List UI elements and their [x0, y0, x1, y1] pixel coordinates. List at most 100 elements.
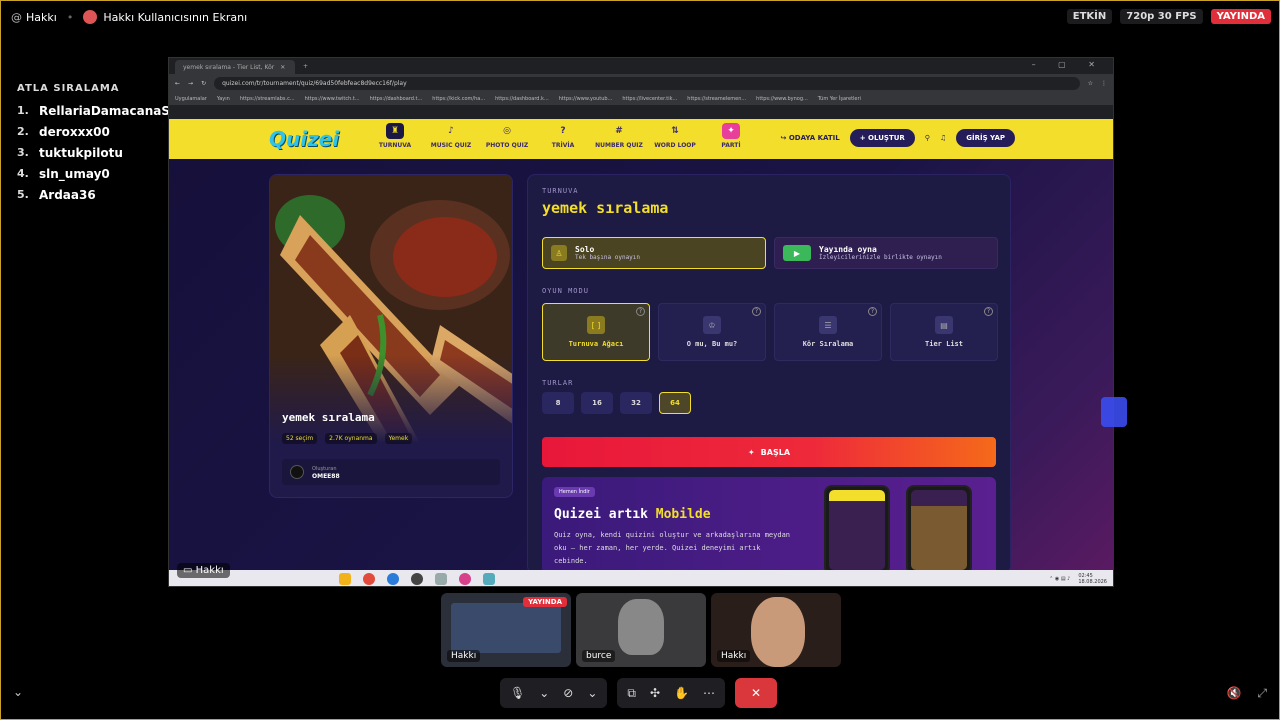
leaderboard-rank: 4.: [17, 167, 29, 180]
quiz-card-tags: 52 seçim 2.7K oynanma Yemek: [282, 433, 413, 444]
question-icon: ?: [560, 126, 566, 136]
camera-off-icon[interactable]: ⊘: [563, 686, 573, 700]
app-icon[interactable]: [459, 573, 471, 585]
tournament-panel: TURNUVA yemek sıralama ♙ Solo Tek başına…: [527, 174, 1011, 570]
soundboard-icon[interactable]: ✋: [674, 686, 689, 700]
round-option-16[interactable]: 16: [581, 392, 613, 414]
tournament-title: yemek sıralama: [542, 199, 669, 217]
chevron-down-icon[interactable]: ⌄: [539, 686, 549, 700]
mode-bracket[interactable]: ? [ ] Turnuva Ağacı: [542, 303, 650, 361]
star-icon[interactable]: ☆: [1088, 80, 1093, 87]
bookmark-item[interactable]: https://www.twitch.t...: [305, 96, 360, 102]
download-badge[interactable]: Hemen İndir: [554, 487, 595, 497]
back-icon[interactable]: ←: [175, 80, 180, 87]
mode-label: Turnuva Ağacı: [568, 340, 624, 348]
bookmark-item[interactable]: https://streamlabs.c...: [240, 96, 295, 102]
bookmark-item[interactable]: https://dashboard.t...: [370, 96, 423, 102]
stream-header: @ Hakkı • Hakkı Kullanıcısının Ekranı ET…: [1, 1, 1280, 33]
creator-box[interactable]: Oluşturan OMEE88: [282, 459, 500, 485]
mode-label: Kör Sıralama: [802, 340, 854, 348]
more-icon[interactable]: ⋯: [703, 686, 715, 700]
nav-item-tri̇vi̇a[interactable]: ? TRİVİA: [539, 123, 587, 149]
url-field[interactable]: quizei.com/tr/tournament/quiz/69ad50febf…: [214, 76, 1080, 90]
round-option-64[interactable]: 64: [659, 392, 691, 414]
chrome-icon[interactable]: [363, 573, 375, 585]
monitor-icon: ▭: [183, 565, 193, 576]
tournament-label: TURNUVA: [542, 187, 579, 195]
obs-icon[interactable]: [411, 573, 423, 585]
start-button[interactable]: ✦ BAŞLA: [542, 437, 996, 467]
promo-title: Quizei artık Mobilde: [554, 507, 711, 522]
participant-tile[interactable]: Hakkı: [711, 593, 841, 667]
participant-tile[interactable]: burce: [576, 593, 706, 667]
app-icon[interactable]: [435, 573, 447, 585]
window-controls[interactable]: – ▢ ✕: [1032, 60, 1105, 69]
bookmark-item[interactable]: https://kick.com/ha...: [432, 96, 485, 102]
bookmark-item[interactable]: Uygulamalar: [175, 96, 207, 102]
browser-tab[interactable]: yemek sıralama - Tier List, Kör ✕: [175, 60, 295, 74]
bookmark-item[interactable]: Yayın: [217, 96, 230, 102]
edge-icon[interactable]: [387, 573, 399, 585]
new-tab-icon[interactable]: +: [303, 63, 308, 70]
site-logo[interactable]: Quizei: [269, 127, 339, 151]
help-icon[interactable]: ?: [752, 307, 761, 316]
participant-tile[interactable]: YAYINDA Hakkı: [441, 593, 571, 667]
nav-item-turnuva[interactable]: ♜ TURNUVA: [371, 123, 419, 149]
extensions-icon[interactable]: ⋮: [1101, 80, 1107, 87]
bookmark-item[interactable]: https://streamelemen...: [687, 96, 746, 102]
nav-item-word-loop[interactable]: ⇅ WORD LOOP: [651, 123, 699, 149]
camera-icon: ◎: [503, 126, 511, 136]
create-button[interactable]: + OLUŞTUR: [849, 129, 915, 147]
close-tab-icon[interactable]: ✕: [280, 64, 285, 71]
bookmark-item[interactable]: https://www.bynog...: [756, 96, 808, 102]
volume-mute-icon[interactable]: 🔇: [1226, 686, 1241, 701]
app-icon[interactable]: [483, 573, 495, 585]
participant-name: burce: [582, 650, 616, 662]
media-controls: 🎙 ⌄ ⊘ ⌄: [500, 678, 608, 708]
search-icon[interactable]: ⚲: [925, 134, 930, 142]
bookmark-item[interactable]: https://dashboard.k...: [495, 96, 549, 102]
bell-icon[interactable]: ♫: [940, 134, 946, 142]
nav-item-parti̇[interactable]: ✦ PARTİ: [707, 123, 755, 149]
round-option-32[interactable]: 32: [620, 392, 652, 414]
bookmark-item[interactable]: https://www.youtub...: [559, 96, 613, 102]
forward-icon[interactable]: →: [188, 80, 193, 87]
solo-title: Solo: [575, 245, 595, 254]
explorer-icon[interactable]: [339, 573, 351, 585]
mode-this-or-that[interactable]: ? ♔ O mu, Bu mu?: [658, 303, 766, 361]
quiz-card: yemek sıralama 52 seçim 2.7K oynanma Yem…: [269, 174, 513, 498]
mode-tier-list[interactable]: ? ▤ Tier List: [890, 303, 998, 361]
fullscreen-icon[interactable]: ⤢: [1257, 686, 1267, 701]
nav-item-music-quiz[interactable]: ♪ MUSIC QUIZ: [427, 123, 475, 149]
crown-icon: ♔: [703, 316, 721, 334]
tab-title: yemek sıralama - Tier List, Kör: [183, 63, 275, 71]
participant-avatar: [618, 599, 664, 655]
mode-blind-rank[interactable]: ? ☰ Kör Sıralama: [774, 303, 882, 361]
windows-taskbar: ⌃ ◉ ▤ ♪ 02:45 18.08.2026: [169, 570, 1113, 586]
chevron-down-icon[interactable]: ⌄: [13, 685, 23, 699]
end-call-button[interactable]: ✕: [735, 678, 778, 708]
round-option-8[interactable]: 8: [542, 392, 574, 414]
activities-icon[interactable]: ✣: [650, 686, 660, 700]
help-icon[interactable]: ?: [984, 307, 993, 316]
browser-window: yemek sıralama - Tier List, Kör ✕ + – ▢ …: [168, 57, 1114, 587]
bracket-icon: [ ]: [587, 316, 605, 334]
promo-text: Quiz oyna, kendi quizini oluştur ve arka…: [554, 531, 791, 565]
chevron-down-icon[interactable]: ⌄: [587, 686, 597, 700]
nav-item-photo-quiz[interactable]: ◎ PHOTO QUIZ: [483, 123, 531, 149]
stream-mode-option[interactable]: ▶ Yayında oyna İzleyicilerinizle birlikt…: [774, 237, 998, 269]
help-icon[interactable]: ?: [636, 307, 645, 316]
screen-share-icon[interactable]: ⧉: [627, 686, 636, 701]
microphone-icon[interactable]: 🎙: [510, 686, 525, 700]
channel-name[interactable]: Hakkı: [26, 11, 57, 24]
reload-icon[interactable]: ↻: [201, 80, 206, 87]
login-button[interactable]: GİRİŞ YAP: [956, 129, 1015, 147]
solo-mode-option[interactable]: ♙ Solo Tek başına oynayın: [542, 237, 766, 269]
tray-icons[interactable]: ⌃ ◉ ▤ ♪: [1049, 576, 1070, 582]
nav-item-number-quiz[interactable]: # NUMBER QUIZ: [595, 123, 643, 149]
quizei-site: Quizei ♜ TURNUVA ♪ MUSIC QUIZ ◎ PHOTO QUIZ ? TR…: [169, 119, 1113, 570]
help-icon[interactable]: ?: [868, 307, 877, 316]
join-room-button[interactable]: ↪ ODAYA KATIL: [781, 134, 840, 142]
bookmark-item[interactable]: Tüm Yer İşaretleri: [818, 96, 861, 102]
bookmark-item[interactable]: https://livecenter.tik...: [622, 96, 677, 102]
